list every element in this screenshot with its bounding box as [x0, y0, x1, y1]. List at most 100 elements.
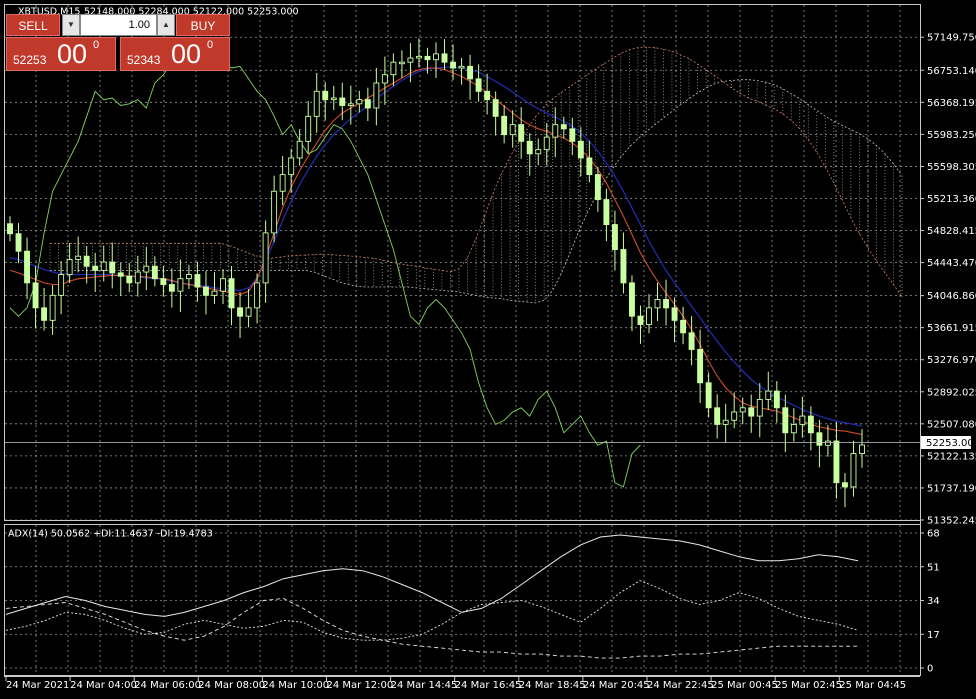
candle-body — [603, 199, 610, 226]
candle-body — [842, 482, 848, 488]
candle-body — [697, 349, 704, 384]
candle-body — [245, 307, 252, 317]
candle-body — [620, 249, 627, 284]
candle-body — [714, 407, 721, 425]
adx-tick-label: 17 — [927, 630, 940, 641]
candle-body — [782, 407, 789, 434]
candle-body — [850, 453, 857, 488]
candle-body — [467, 65, 474, 80]
sell-button[interactable]: SELL — [6, 14, 60, 36]
candle-body — [731, 411, 738, 421]
price-tick-label: 54443.470 — [927, 258, 976, 269]
candle-body — [330, 97, 337, 101]
adx-label: ADX(14) 50.0562 +DI:11.4637 -DI:19.4783 — [8, 528, 213, 539]
candle-body — [254, 282, 261, 309]
candle-body — [458, 65, 465, 69]
candle-body — [748, 407, 755, 417]
candle-body — [185, 274, 192, 280]
candle-body — [671, 307, 678, 321]
candle-body — [339, 97, 346, 106]
time-tick-label: 24 Mar 16:45 — [455, 680, 522, 691]
candle-body — [220, 278, 226, 292]
candle-body — [663, 299, 669, 309]
time-tick-label: 24 Mar 06:00 — [134, 680, 201, 691]
candle-body — [450, 61, 456, 69]
candle-body — [126, 275, 133, 284]
candle-body — [501, 115, 508, 136]
price-tick-label: 51352.245 — [927, 516, 976, 527]
candle-body — [168, 284, 175, 292]
candle-body — [543, 136, 550, 151]
buy-price-prefix: 52343 — [127, 53, 161, 67]
candle-body — [518, 124, 525, 142]
candle-body — [143, 265, 150, 273]
candle-body — [109, 261, 116, 274]
candle-body — [381, 74, 388, 84]
sell-price-box[interactable]: 52253 00 0 — [6, 37, 116, 71]
candle-body — [594, 174, 601, 201]
price-tick-label: 53276.970 — [927, 355, 976, 366]
candle-body — [177, 278, 184, 292]
candle-body — [203, 286, 209, 296]
candle-body — [816, 432, 823, 446]
volume-input[interactable]: 1.00 — [80, 14, 157, 36]
candle-body — [390, 61, 397, 76]
time-tick-label: 24 Mar 04:00 — [70, 680, 137, 691]
volume-decrease-button[interactable]: ▼ — [62, 14, 80, 36]
time-tick-label: 24 Mar 22:45 — [647, 680, 714, 691]
candle-body — [271, 190, 278, 234]
candle-body — [859, 444, 865, 455]
candle-body — [765, 390, 772, 400]
candle-body — [100, 261, 107, 271]
chart-canvas[interactable]: 57149.750 56753.140 56368.195 55983.250 5559… — [0, 0, 976, 699]
candle-body — [637, 315, 644, 325]
candle-body — [577, 140, 584, 159]
time-tick-label: 24 Mar 10:00 — [262, 680, 329, 691]
candle-body — [373, 82, 380, 109]
candle-body — [629, 282, 635, 317]
candle-body — [117, 272, 124, 277]
candle-body — [492, 99, 499, 117]
time-tick-label: 24 Mar 14:45 — [391, 680, 458, 691]
candle-body — [790, 423, 797, 434]
candle-body — [262, 232, 269, 284]
price-tick-label: 52507.080 — [927, 419, 976, 430]
candle-body — [288, 157, 295, 176]
adx-tick-label: 34 — [927, 596, 940, 607]
candle-body — [24, 250, 30, 284]
price-tick-label: 55213.360 — [927, 194, 976, 205]
sell-price-big: 00 — [57, 39, 88, 69]
candle-body — [424, 55, 431, 61]
candle-body — [356, 99, 363, 105]
candle-body — [313, 90, 320, 117]
candle-body — [194, 274, 201, 288]
candle-body — [41, 307, 48, 321]
candle-body — [15, 233, 22, 252]
price-tick-label: 52122.135 — [927, 451, 976, 462]
time-tick-label: 24 Mar 20:45 — [583, 680, 650, 691]
price-tick-label: 55598.305 — [927, 162, 976, 173]
candle-body — [7, 223, 13, 235]
candle-body — [773, 390, 780, 409]
candle-body — [654, 299, 661, 309]
candle-body — [722, 419, 729, 425]
volume-increase-button[interactable]: ▲ — [157, 14, 175, 36]
candle-body — [526, 140, 533, 155]
candle-body — [347, 103, 354, 106]
price-tick-label: 54828.415 — [927, 226, 976, 237]
adx-tick-label: 0 — [927, 664, 933, 675]
buy-button[interactable]: BUY — [176, 14, 230, 36]
buy-price-box[interactable]: 52343 00 0 — [120, 37, 230, 71]
adx-tick-label: 51 — [927, 562, 940, 573]
candle-body — [680, 319, 687, 334]
candle-body — [407, 57, 414, 63]
candle-body — [552, 124, 559, 138]
price-tick-label: 52892.025 — [927, 387, 976, 398]
time-tick-label: 25 Mar 00:45 — [711, 680, 778, 691]
candle-body — [611, 224, 618, 251]
candle-body — [433, 53, 439, 61]
time-tick-label: 24 Mar 12:00 — [327, 680, 394, 691]
candle-body — [756, 398, 763, 417]
price-tick-label: 55983.250 — [927, 130, 976, 141]
candle-body — [279, 174, 286, 192]
